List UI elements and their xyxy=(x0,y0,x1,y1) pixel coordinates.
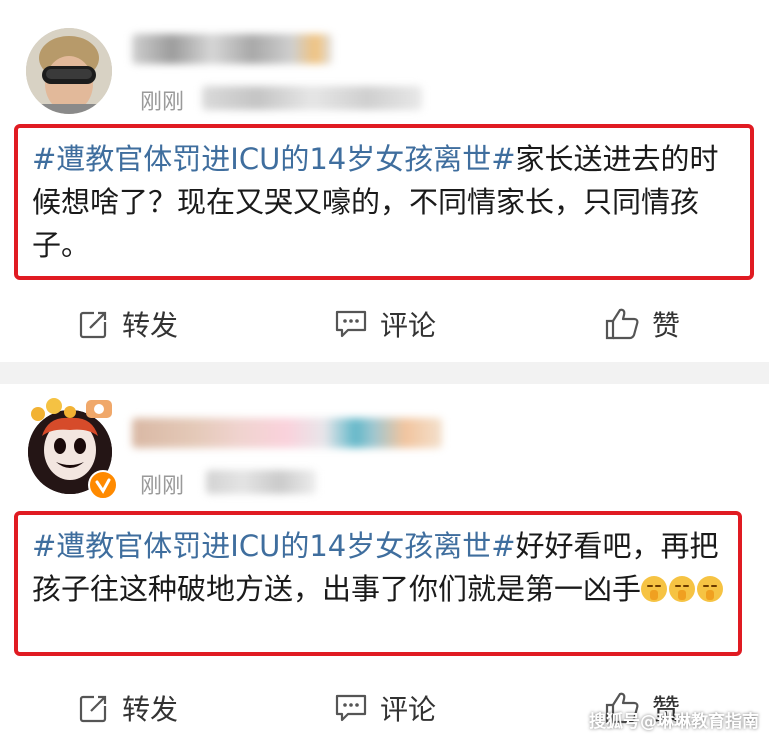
watermark: 搜狐号@琳琳教育指南 xyxy=(589,712,759,732)
verified-icon xyxy=(95,478,111,494)
repost-label: 转发 xyxy=(122,309,179,342)
post-time: 刚刚 xyxy=(140,474,185,499)
repost-button[interactable]: 转发 xyxy=(78,294,178,354)
comment-button[interactable]: 评论 xyxy=(334,294,436,354)
repost-icon xyxy=(79,310,108,339)
post-content-highlight: #遭教官体罚进ICU的14岁女孩离世#好好看吧，再把孩子往这种破地方送，出事了你… xyxy=(14,511,742,656)
shush-emoji-icon xyxy=(641,576,668,602)
shush-emoji-icon xyxy=(697,576,724,602)
repost-icon xyxy=(79,694,108,723)
avatar-image xyxy=(26,28,112,114)
avatar[interactable] xyxy=(26,28,112,114)
post-source-blurred xyxy=(202,86,422,110)
post-content: #遭教官体罚进ICU的14岁女孩离世#好好看吧，再把孩子往这种破地方送，出事了你… xyxy=(32,525,728,611)
post-time: 刚刚 xyxy=(140,90,185,115)
post-content: #遭教官体罚进ICU的14岁女孩离世#家长送进去的时候想啥了？现在又哭又嚎的，不… xyxy=(32,138,740,267)
post-content-highlight: #遭教官体罚进ICU的14岁女孩离世#家长送进去的时候想啥了？现在又哭又嚎的，不… xyxy=(14,124,754,280)
thumbs-up-icon xyxy=(605,308,639,340)
comment-button[interactable]: 评论 xyxy=(334,678,436,738)
like-label: 赞 xyxy=(652,309,681,342)
coin-decoration-icon xyxy=(31,398,112,421)
comment-label: 评论 xyxy=(380,309,437,342)
hashtag-link[interactable]: #遭教官体罚进ICU的14岁女孩离世# xyxy=(32,529,516,563)
verified-badge xyxy=(88,470,118,500)
repost-button[interactable]: 转发 xyxy=(78,678,178,738)
post-source-blurred xyxy=(206,470,316,494)
like-button[interactable]: 赞 xyxy=(604,294,680,354)
avatar-decoration xyxy=(24,396,120,422)
shush-emoji-icon xyxy=(669,576,696,602)
username-blurred[interactable] xyxy=(132,418,442,448)
post-1: 刚刚 #遭教官体罚进ICU的14岁女孩离世#家长送进去的时候想啥了？现在又哭又嚎… xyxy=(0,0,769,362)
username-blurred[interactable] xyxy=(132,34,332,64)
comment-label: 评论 xyxy=(380,693,437,726)
action-bar: 转发 评论 赞 xyxy=(0,294,769,354)
repost-label: 转发 xyxy=(122,693,179,726)
post-separator xyxy=(0,362,769,384)
hashtag-link[interactable]: #遭教官体罚进ICU的14岁女孩离世# xyxy=(32,142,516,176)
comment-icon xyxy=(335,694,367,722)
comment-icon xyxy=(335,310,367,338)
